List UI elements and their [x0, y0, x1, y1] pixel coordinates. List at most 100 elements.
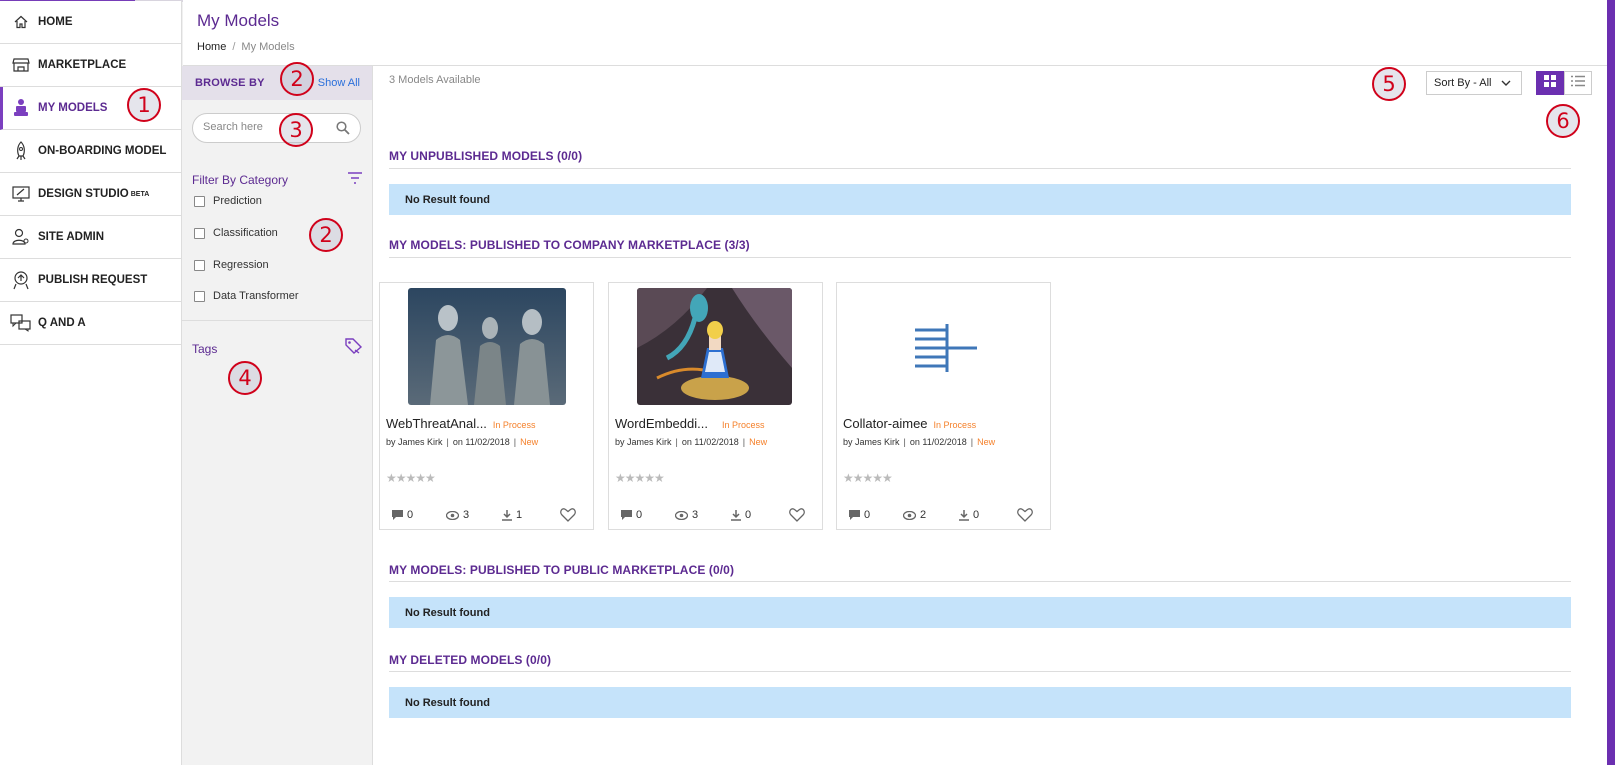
heart-icon[interactable]: [789, 508, 805, 527]
nav-item-label: ON-BOARDING MODEL: [38, 145, 167, 157]
category-label: Regression: [213, 259, 269, 271]
comment-icon: [621, 510, 632, 520]
nav-item-publish-request[interactable]: PUBLISH REQUEST: [0, 259, 181, 302]
category-regression[interactable]: Regression: [194, 259, 269, 271]
category-label: Prediction: [213, 195, 262, 207]
nav-item-home[interactable]: HOME: [0, 1, 181, 44]
nav-item-label: DESIGN STUDIO: [38, 188, 129, 200]
card-stats: 0 3 1: [392, 508, 587, 527]
tags-label: Tags: [192, 341, 218, 356]
list-view-button[interactable]: [1564, 71, 1592, 95]
chat-icon: [10, 312, 32, 334]
collator-icon: [865, 288, 1023, 405]
main-content: 3 Models Available Sort By - All MY UNPU…: [373, 66, 1607, 765]
models-available-count: 3 Models Available: [389, 74, 481, 86]
new-badge: New: [977, 437, 996, 447]
nav-item-label: Q AND A: [38, 317, 86, 329]
nav-item-label: MY MODELS: [38, 102, 108, 114]
heart-icon[interactable]: [1017, 508, 1033, 527]
search-box: [192, 113, 361, 143]
category-prediction[interactable]: Prediction: [194, 195, 262, 207]
divider: [182, 320, 372, 321]
annotation-marker: 3: [279, 113, 313, 147]
category-label: Classification: [213, 227, 278, 239]
model-name[interactable]: WordEmbeddi... In Process: [615, 416, 765, 431]
search-icon[interactable]: [336, 121, 350, 140]
checkbox[interactable]: [194, 195, 205, 207]
tags-header: Tags: [192, 338, 363, 359]
nav-item-onboarding[interactable]: ON-BOARDING MODEL: [0, 130, 181, 173]
beta-badge: BETA: [130, 190, 150, 198]
nav-item-marketplace[interactable]: MARKETPLACE: [0, 44, 181, 87]
browse-panel: BROWSE BY Show All Filter By Category Pr…: [182, 66, 373, 765]
model-card[interactable]: WordEmbeddi... In Process by James Kirk | o…: [608, 282, 823, 530]
category-classification[interactable]: Classification: [194, 227, 278, 239]
new-badge: New: [520, 437, 539, 447]
list-icon: [1571, 74, 1585, 92]
breadcrumb-separator: /: [232, 41, 236, 53]
model-name[interactable]: Collator-aimee In Process: [843, 416, 976, 431]
nav-item-site-admin[interactable]: SITE ADMIN: [0, 216, 181, 259]
no-result-banner: No Result found: [389, 184, 1571, 215]
rating-stars: ★★★★★: [615, 471, 665, 485]
filter-header: Filter By Category: [192, 171, 363, 189]
eye-icon: [903, 510, 916, 520]
breadcrumb: Home / My Models: [197, 41, 295, 53]
nav-item-label: PUBLISH REQUEST: [38, 274, 148, 286]
section-rule: [389, 257, 1571, 258]
eye-icon: [675, 510, 688, 520]
model-thumbnail[interactable]: [408, 288, 566, 405]
page-header: My Models Home / My Models: [183, 0, 1615, 66]
nav-item-label: SITE ADMIN: [38, 231, 105, 243]
nav-item-q-and-a[interactable]: Q AND A: [0, 302, 181, 345]
nav-item-label: MARKETPLACE: [38, 59, 127, 71]
publish-icon: [10, 269, 32, 291]
downloads-stat: 1: [502, 509, 522, 521]
comments-stat[interactable]: 0: [849, 509, 870, 521]
section-rule: [389, 168, 1571, 169]
model-thumbnail[interactable]: [865, 288, 1023, 405]
comments-stat[interactable]: 0: [392, 509, 413, 521]
section-rule: [389, 581, 1571, 582]
comment-icon: [392, 510, 403, 520]
heart-icon[interactable]: [560, 508, 576, 527]
model-meta: by James Kirk | on 11/02/2018 | New: [386, 437, 539, 447]
breadcrumb-current: My Models: [241, 41, 295, 53]
comments-stat[interactable]: 0: [621, 509, 642, 521]
checkbox[interactable]: [194, 227, 205, 239]
views-stat: 3: [675, 509, 698, 521]
grid-view-button[interactable]: [1536, 71, 1564, 95]
rating-stars: ★★★★★: [843, 471, 893, 485]
rating-stars: ★★★★★: [386, 471, 436, 485]
scrollbar[interactable]: [1607, 0, 1615, 765]
status-badge: In Process: [721, 420, 765, 430]
nav-item-design-studio[interactable]: DESIGN STUDIO BETA: [0, 173, 181, 216]
card-stats: 0 3 0: [621, 508, 816, 527]
checkbox[interactable]: [194, 290, 205, 302]
page-title: My Models: [197, 11, 280, 30]
tag-icon[interactable]: [345, 338, 363, 359]
annotation-marker: 6: [1546, 104, 1580, 138]
breadcrumb-home-link[interactable]: Home: [197, 41, 226, 53]
sort-dropdown[interactable]: Sort By - All: [1426, 71, 1522, 95]
category-data-transformer[interactable]: Data Transformer: [194, 290, 299, 302]
browse-by-label: BROWSE BY: [195, 77, 265, 89]
model-card[interactable]: Collator-aimee In Process by James Kirk | o…: [836, 282, 1051, 530]
home-icon: [10, 11, 32, 33]
user-gear-icon: [10, 226, 32, 248]
model-thumbnail[interactable]: [637, 288, 792, 405]
status-badge: In Process: [933, 420, 977, 430]
section-deleted-title: MY DELETED MODELS (0/0): [389, 653, 552, 667]
checkbox[interactable]: [194, 259, 205, 271]
show-all-link[interactable]: Show All: [318, 77, 360, 89]
monitor-pen-icon: [10, 183, 32, 205]
comment-icon: [849, 510, 860, 520]
model-card[interactable]: WebThreatAnal... In Process by James Kirk…: [379, 282, 594, 530]
filter-icon[interactable]: [347, 171, 363, 189]
views-stat: 3: [446, 509, 469, 521]
download-icon: [731, 509, 741, 521]
category-label: Data Transformer: [213, 290, 299, 302]
annotation-marker: 2: [309, 218, 343, 252]
new-badge: New: [749, 437, 768, 447]
model-name[interactable]: WebThreatAnal... In Process: [386, 416, 535, 431]
